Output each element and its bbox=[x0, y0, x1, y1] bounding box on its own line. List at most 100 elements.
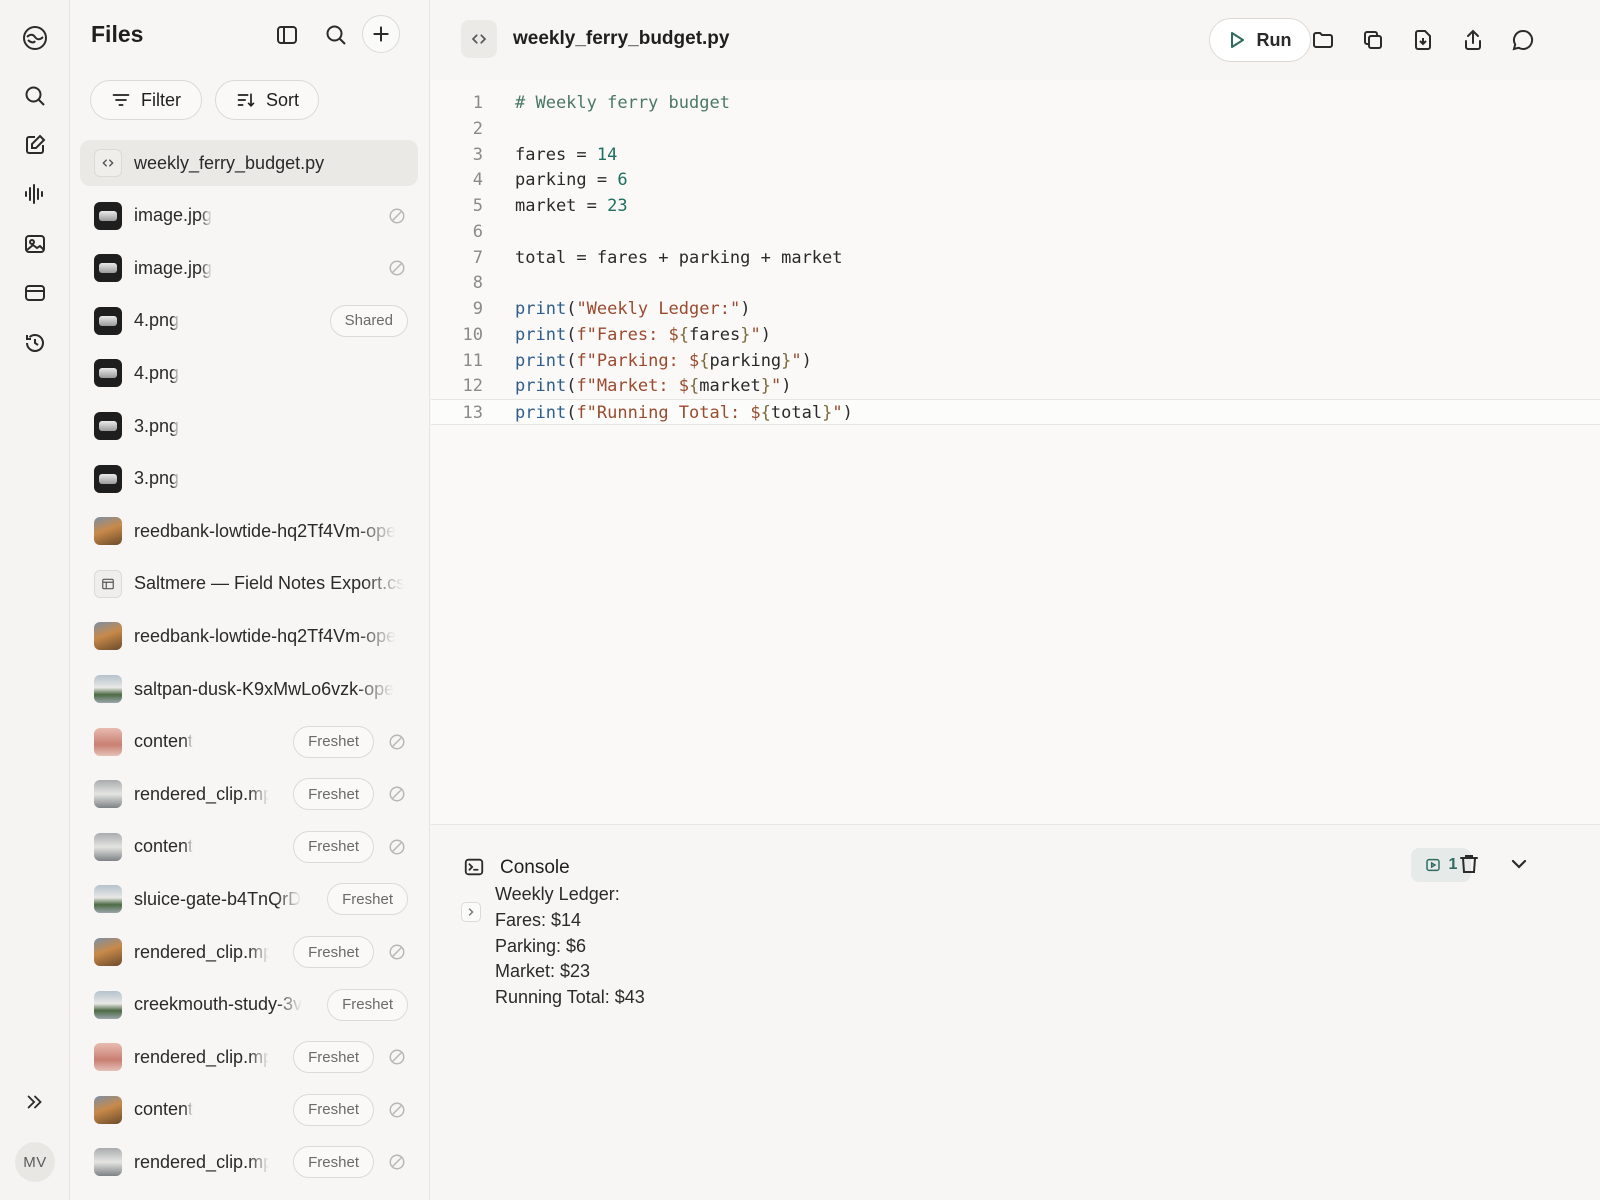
code-file-icon bbox=[94, 149, 122, 177]
code-token: } bbox=[781, 350, 792, 371]
code-line: 3 fares = 14 bbox=[431, 142, 1600, 168]
file-name: saltpan-dusk-K9xMwLo6vzk-ope bbox=[134, 678, 395, 699]
code-text: market = 23 bbox=[515, 196, 628, 216]
document-title[interactable]: weekly_ferry_budget.py bbox=[513, 28, 729, 50]
file-name: 3.png bbox=[134, 468, 180, 489]
file-row[interactable]: rendered_clip.mp4 Freshet bbox=[80, 771, 418, 817]
file-thumbnail bbox=[94, 359, 122, 388]
code-token: # Weekly ferry budget bbox=[515, 93, 730, 113]
file-name: rendered_clip.mp4 bbox=[134, 1046, 269, 1067]
file-row[interactable]: rendered_clip.mp4 Freshet bbox=[80, 1034, 418, 1080]
code-editor[interactable]: 1 # Weekly ferry budget 2 3 fares = 14 4 parki… bbox=[431, 80, 1600, 825]
code-token: ( bbox=[566, 324, 577, 345]
download-icon[interactable] bbox=[1407, 24, 1439, 56]
status-badge: Freshet bbox=[293, 725, 374, 758]
file-name: sluice-gate-b4TnQrD bbox=[134, 888, 302, 909]
console-title: Console bbox=[500, 857, 570, 878]
run-button[interactable]: Run bbox=[1209, 18, 1311, 62]
code-line: 7 total = fares + parking + market bbox=[431, 245, 1600, 271]
run-label: Run bbox=[1256, 29, 1292, 50]
code-line: 1 # Weekly ferry budget bbox=[431, 90, 1600, 116]
code-token: fares bbox=[689, 324, 741, 345]
file-row[interactable]: content Freshet bbox=[80, 719, 418, 765]
avatar[interactable]: MV bbox=[15, 1142, 55, 1182]
status-badge: Freshet bbox=[327, 883, 408, 916]
code-token: " bbox=[832, 403, 843, 423]
file-row[interactable]: creekmouth-study-3v Freshet bbox=[80, 982, 418, 1028]
code-text: print(f"Fares: ${fares}") bbox=[515, 325, 771, 345]
code-line: 4 parking = 6 bbox=[431, 167, 1600, 193]
status-badge: Freshet bbox=[293, 1041, 374, 1074]
history-icon[interactable] bbox=[19, 327, 51, 359]
code-token: 6 bbox=[617, 170, 628, 191]
line-number: 11 bbox=[462, 350, 483, 371]
chevron-down-icon[interactable] bbox=[1507, 852, 1531, 876]
expand-icon[interactable] bbox=[19, 1086, 51, 1118]
files-search-button[interactable] bbox=[317, 16, 355, 54]
file-row[interactable]: content Freshet bbox=[80, 1087, 418, 1133]
editor-header: weekly_ferry_budget.py Run bbox=[431, 0, 1600, 80]
file-row[interactable]: reedbank-lowtide-hq2Tf4Vm-ope bbox=[80, 508, 418, 554]
code-token: "Weekly Ledger:" bbox=[576, 299, 741, 319]
code-line: 10 print(f"Fares: ${fares}") bbox=[431, 322, 1600, 348]
code-text: total = fares + parking + market bbox=[515, 248, 843, 268]
logo-icon[interactable] bbox=[19, 22, 51, 54]
search-icon[interactable] bbox=[19, 80, 51, 112]
file-row[interactable]: image.jpg bbox=[80, 193, 418, 239]
audio-wave-icon[interactable] bbox=[19, 178, 51, 210]
copy-icon[interactable] bbox=[1357, 24, 1389, 56]
file-row[interactable]: image.jpg bbox=[80, 245, 418, 291]
file-row[interactable]: 4.png Shared bbox=[80, 298, 418, 344]
code-text: print(f"Parking: ${parking}") bbox=[515, 351, 812, 371]
not-synced-icon bbox=[388, 838, 406, 856]
file-row[interactable]: rendered_clip.mp4 Freshet bbox=[80, 929, 418, 975]
share-icon[interactable] bbox=[1457, 24, 1489, 56]
not-synced-icon bbox=[388, 1101, 406, 1119]
file-thumbnail bbox=[94, 1095, 122, 1124]
code-token: total = fares + parking + market bbox=[515, 247, 843, 268]
card-icon[interactable] bbox=[19, 277, 51, 309]
toggle-sidebar-button[interactable] bbox=[268, 16, 306, 54]
file-row[interactable]: 3.png bbox=[80, 403, 418, 449]
code-line: 5 market = 23 bbox=[431, 193, 1600, 219]
new-file-button[interactable] bbox=[362, 15, 400, 53]
code-token: ( bbox=[566, 350, 577, 371]
file-name: 3.png bbox=[134, 415, 180, 436]
line-number: 2 bbox=[472, 118, 483, 139]
output-expand-toggle[interactable] bbox=[461, 902, 481, 922]
file-name: 4.png bbox=[134, 362, 180, 383]
file-row[interactable]: 3.png bbox=[80, 456, 418, 502]
code-token: print bbox=[515, 324, 567, 345]
trash-icon[interactable] bbox=[1457, 852, 1481, 876]
code-token: } bbox=[822, 403, 833, 423]
file-row[interactable]: Saltmere — Field Notes Export.csv bbox=[80, 561, 418, 607]
code-token: parking = bbox=[515, 170, 618, 191]
console-output-line: Running Total: $43 bbox=[495, 987, 645, 1008]
code-token: print bbox=[515, 403, 567, 423]
file-row[interactable]: reedbank-lowtide-hq2Tf4Vm-ope bbox=[80, 613, 418, 659]
comment-icon[interactable] bbox=[1507, 24, 1539, 56]
code-token: { bbox=[699, 350, 710, 371]
filter-button[interactable]: Filter bbox=[90, 80, 202, 120]
code-line: 2 bbox=[431, 116, 1600, 142]
line-number: 3 bbox=[472, 144, 483, 165]
compose-icon[interactable] bbox=[19, 129, 51, 161]
folder-icon[interactable] bbox=[1307, 24, 1339, 56]
file-row[interactable]: saltpan-dusk-K9xMwLo6vzk-ope bbox=[80, 666, 418, 712]
file-row[interactable]: sluice-gate-b4TnQrD Freshet bbox=[80, 876, 418, 922]
line-number: 7 bbox=[472, 247, 483, 268]
file-row[interactable]: rendered_clip.mp4 Freshet bbox=[80, 1139, 418, 1185]
file-thumbnail bbox=[94, 622, 122, 651]
code-token: ( bbox=[566, 376, 577, 397]
code-token: ) bbox=[801, 350, 812, 371]
file-row[interactable]: weekly_ferry_budget.py bbox=[80, 140, 418, 186]
console-output-line: Weekly Ledger: bbox=[495, 884, 620, 904]
file-row[interactable]: 4.png bbox=[80, 350, 418, 396]
file-thumbnail bbox=[94, 727, 122, 756]
file-row[interactable]: content Freshet bbox=[80, 824, 418, 870]
not-synced-icon bbox=[388, 1153, 406, 1171]
file-name: 4.png bbox=[134, 310, 180, 331]
sort-button[interactable]: Sort bbox=[215, 80, 319, 120]
image-icon[interactable] bbox=[19, 228, 51, 260]
file-thumbnail bbox=[94, 1043, 122, 1072]
